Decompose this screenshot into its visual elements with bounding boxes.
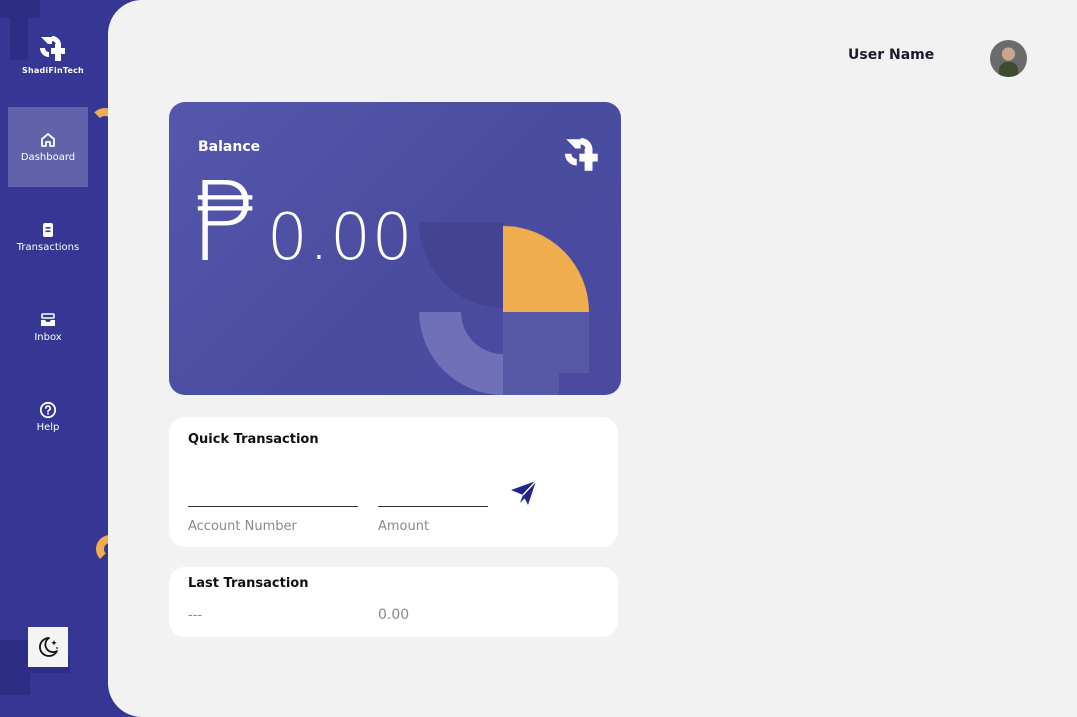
balance-title: Balance [198,139,261,155]
inbox-icon [41,313,55,326]
sidebar-item-label: Inbox [34,332,62,343]
help-icon [39,401,57,419]
sidebar-item-help[interactable]: Help [8,377,88,457]
home-icon [41,133,55,147]
amount-label: Amount [378,519,430,534]
sidebar-item-dashboard[interactable]: Dashboard [8,107,88,187]
last-transaction-title: Last Transaction [188,576,309,591]
card-decor-art [418,222,589,395]
account-number-input[interactable] [188,487,358,505]
last-transaction-name: --- [188,608,203,623]
app-logo: ShadiFinTech [22,34,84,75]
send-button[interactable] [509,479,539,507]
sidebar-item-label: Help [36,422,60,433]
receipt-icon [43,223,53,237]
main-content: User Name Balance ₱ 0.00 Quick Transacti… [108,0,1077,717]
sidebar-item-transactions[interactable]: Transactions [8,197,88,277]
user-name: User Name [848,47,935,63]
amount-underline [378,506,488,507]
balance-amount: ₱ 0.00 [189,158,414,286]
sidebar-item-label: Transactions [16,242,80,253]
last-transaction-amount: 0.00 [378,607,410,623]
avatar[interactable] [990,40,1027,77]
account-number-underline [188,506,358,507]
account-number-label: Account Number [188,519,297,534]
theme-toggle-button[interactable] [28,627,68,667]
amount-input[interactable] [378,487,488,505]
logo-icon [40,36,65,61]
sidebar-item-label: Dashboard [20,152,76,163]
balance-card: Balance ₱ 0.00 [169,102,621,395]
quick-transaction-panel: Quick Transaction Account Number Amount [169,417,618,547]
logo-text: ShadiFinTech [22,66,84,75]
last-transaction-panel: Last Transaction --- 0.00 [169,567,618,637]
quick-transaction-title: Quick Transaction [188,432,319,447]
sidebar-item-inbox[interactable]: Inbox [8,287,88,367]
moon-stars-icon [39,637,58,657]
balance-value: 0.00 [267,201,414,275]
card-logo-icon [564,137,598,171]
currency-symbol: ₱ [189,158,259,286]
